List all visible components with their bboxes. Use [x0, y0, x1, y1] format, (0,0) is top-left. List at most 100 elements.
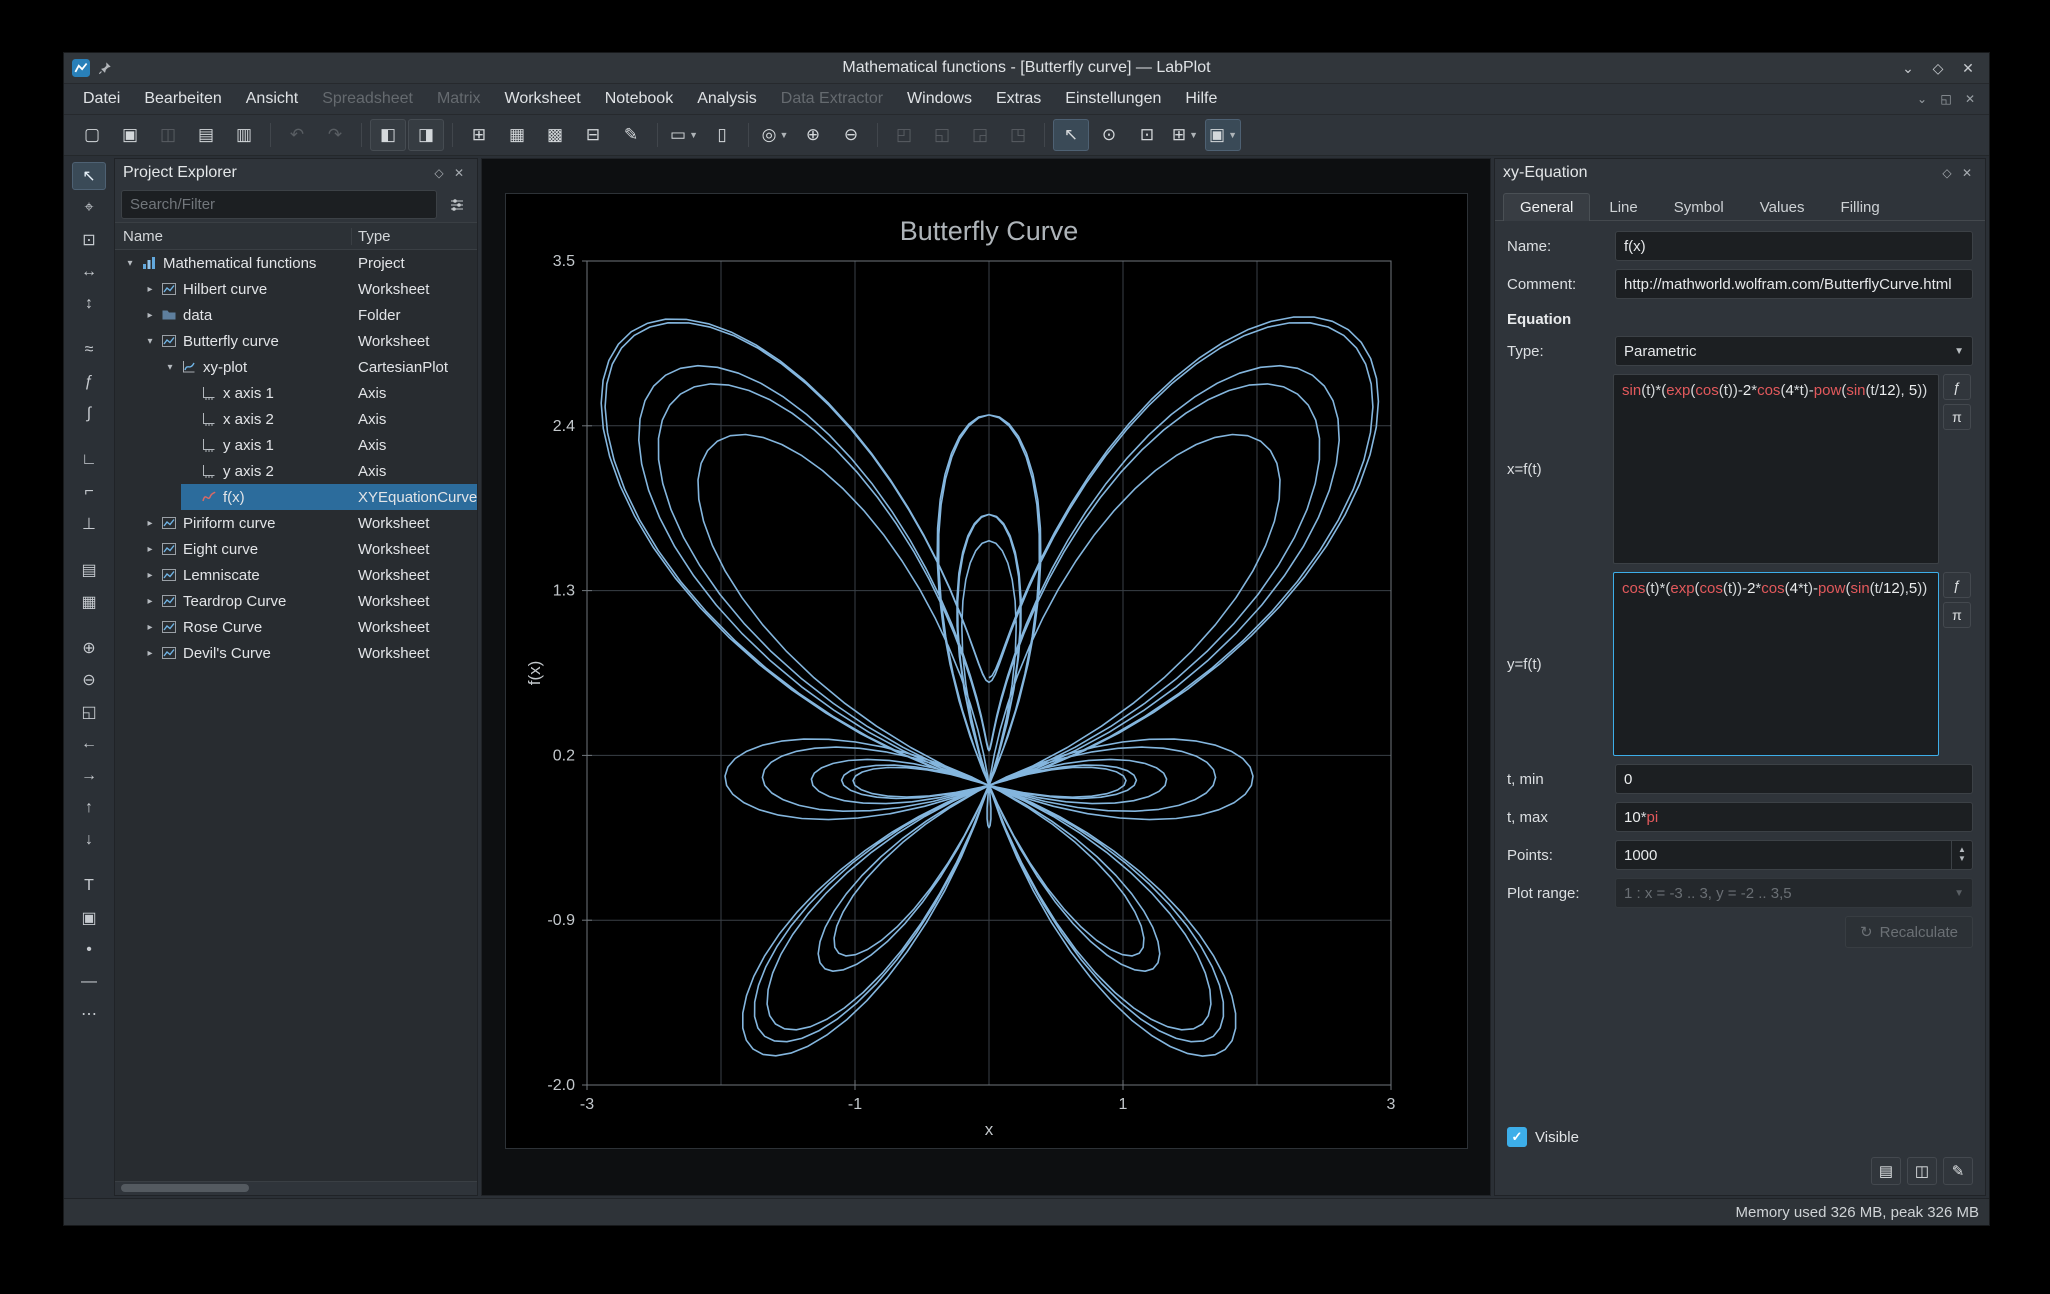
spinbox-arrows-icon[interactable]: ▲ ▼ [1951, 841, 1972, 869]
expander-icon[interactable]: ▸ [141, 622, 159, 633]
type-combobox[interactable]: Parametric ▼ [1615, 336, 1973, 366]
add-plot-button[interactable]: ⊞ ▼ [1167, 119, 1203, 151]
horizontal-scrollbar[interactable] [115, 1181, 477, 1195]
open-project-button[interactable]: ▣ [112, 119, 148, 151]
insert-function-button[interactable]: ƒ [1943, 374, 1971, 400]
expander-icon[interactable]: ▸ [141, 570, 159, 581]
column-header-name[interactable]: Name [115, 228, 351, 245]
y-equation-field[interactable]: cos(t)*(exp(cos(t))-2*cos(4*t)-pow(sin(t… [1613, 572, 1939, 756]
zoom-y-select-tool[interactable]: ↕ [72, 290, 106, 318]
insert-function-button[interactable]: ƒ [1943, 572, 1971, 598]
expander-icon[interactable]: ▸ [141, 518, 159, 529]
cascade-windows-button[interactable]: ◨ [408, 119, 444, 151]
insert-constant-button[interactable]: π [1943, 404, 1971, 430]
zoom-select-tool[interactable]: ⊡ [72, 226, 106, 254]
butterfly-plot[interactable]: -3 -1 1 3 3.5 2.4 1.3 0.2 -0.9 -2.0 Butterfly Curv… [506, 194, 1465, 1146]
maximize-button[interactable]: ◇ [1925, 57, 1951, 79]
new-matrix-button[interactable]: ▦ [499, 119, 535, 151]
add-axis-tool[interactable]: ∟ [72, 446, 106, 474]
tree-item-x-axis-2[interactable]: x axis 2 Axis [115, 406, 477, 432]
dock-close-icon[interactable]: ✕ [449, 166, 469, 180]
chevron-down-icon[interactable]: ▼ [1189, 130, 1198, 140]
tree-item-piriform-curve[interactable]: ▸ Piriform curve Worksheet [115, 510, 477, 536]
menu-datei[interactable]: Datei [72, 87, 131, 111]
tab-filling[interactable]: Filling [1824, 193, 1897, 221]
tmax-field[interactable]: 10 * pi [1615, 802, 1973, 832]
mdi-close-button[interactable]: ✕ [1959, 89, 1981, 109]
menu-notebook[interactable]: Notebook [594, 87, 685, 111]
select-tool[interactable]: ↖ [72, 162, 106, 190]
name-field[interactable] [1615, 231, 1973, 261]
add-custom-axis-tool[interactable]: ⊥ [72, 510, 106, 538]
points-spinbox[interactable]: 1000 ▲ ▼ [1615, 840, 1973, 870]
menu-ansicht[interactable]: Ansicht [235, 87, 309, 111]
menu-bearbeiten[interactable]: Bearbeiten [133, 87, 232, 111]
add-equation-curve-tool[interactable]: ƒ [72, 368, 106, 396]
expander-icon[interactable]: ▸ [141, 596, 159, 607]
tree-item-data[interactable]: ▸ data Folder [115, 302, 477, 328]
tile-windows-button[interactable]: ◧ [370, 119, 406, 151]
filter-options-icon[interactable] [443, 191, 471, 218]
dock-float-icon[interactable]: ◇ [429, 166, 449, 180]
chevron-down-icon[interactable]: ▼ [779, 130, 788, 140]
expander-icon[interactable]: ▾ [141, 336, 159, 347]
add-reference-line-tool[interactable]: ― [72, 968, 106, 996]
worksheet-page[interactable]: -3 -1 1 3 3.5 2.4 1.3 0.2 -0.9 -2.0 Butterfly Curv… [504, 193, 1468, 1149]
column-header-type[interactable]: Type [351, 227, 477, 245]
zoom-x-select-tool[interactable]: ↔ [72, 258, 106, 286]
tab-line[interactable]: Line [1592, 193, 1654, 221]
chevron-down-icon[interactable]: ▼ [689, 130, 698, 140]
expander-icon[interactable]: ▸ [141, 648, 159, 659]
mdi-restore-button[interactable]: ◱ [1935, 89, 1957, 109]
print-preview-button[interactable]: ▥ [226, 119, 262, 151]
tab-symbol[interactable]: Symbol [1657, 193, 1741, 221]
zoom-in-button[interactable]: ⊕ [795, 119, 831, 151]
expander-icon[interactable]: ▸ [141, 544, 159, 555]
shift-up-tool[interactable]: ↑ [72, 794, 106, 822]
insert-constant-button[interactable]: π [1943, 602, 1971, 628]
menu-windows[interactable]: Windows [896, 87, 983, 111]
chevron-down-icon[interactable]: ▼ [1228, 130, 1237, 140]
zoom-button[interactable]: ◎ ▼ [757, 119, 793, 151]
tree-item-devil-s-curve[interactable]: ▸ Devil's Curve Worksheet [115, 640, 477, 666]
tree-item-y-axis-1[interactable]: y axis 1 Axis [115, 432, 477, 458]
zoom-out-button[interactable]: ⊖ [833, 119, 869, 151]
zoom-fit-tool[interactable]: ◱ [72, 698, 106, 726]
comment-field[interactable] [1615, 269, 1973, 299]
mdi-minimize-button[interactable]: ⌄ [1911, 89, 1933, 109]
scrollbar-thumb[interactable] [121, 1184, 249, 1192]
menu-worksheet[interactable]: Worksheet [494, 87, 592, 111]
tab-general[interactable]: General [1503, 193, 1591, 221]
box-zoom-out-tool[interactable]: ⊖ [72, 666, 106, 694]
tmin-field[interactable]: 0 [1615, 764, 1973, 794]
export-data-button[interactable]: ⊟ [575, 119, 611, 151]
butterfly-curve[interactable] [599, 316, 1379, 1057]
add-fit-curve-tool[interactable]: ∫ [72, 400, 106, 428]
shade-button[interactable]: ⌄ [1895, 57, 1921, 79]
expander-icon[interactable]: ▸ [141, 310, 159, 321]
tree-item-hilbert-curve[interactable]: ▸ Hilbert curve Worksheet [115, 276, 477, 302]
color-theme-button[interactable]: ✎ [613, 119, 649, 151]
expander-icon[interactable]: ▾ [121, 258, 139, 269]
dock-float-icon[interactable]: ◇ [1937, 166, 1957, 180]
add-point-tool[interactable]: • [72, 936, 106, 964]
more-tools[interactable]: ⋯ [72, 1000, 106, 1028]
layout-mode-button[interactable]: ▣ ▼ [1205, 119, 1241, 151]
tree-item-teardrop-curve[interactable]: ▸ Teardrop Curve Worksheet [115, 588, 477, 614]
tree-item-lemniscate[interactable]: ▸ Lemniscate Worksheet [115, 562, 477, 588]
tree-item-f-x[interactable]: f(x) XYEquationCurve [115, 484, 477, 510]
add-grid-tool[interactable]: ▦ [72, 588, 106, 616]
shift-right-tool[interactable]: → [72, 762, 106, 790]
new-spreadsheet-button[interactable]: ⊞ [461, 119, 497, 151]
add-curve-tool[interactable]: ≈ [72, 336, 106, 364]
shift-down-tool[interactable]: ↓ [72, 826, 106, 854]
new-notebook-button[interactable]: ▯ [704, 119, 740, 151]
x-equation-field[interactable]: sin(t)*(exp(cos(t))-2*cos(4*t)-pow(sin(t… [1613, 374, 1939, 564]
shift-left-tool[interactable]: ← [72, 730, 106, 758]
print-button[interactable]: ▤ [188, 119, 224, 151]
tree-item-butterfly-curve[interactable]: ▾ Butterfly curve Worksheet [115, 328, 477, 354]
navigate-mode-button[interactable]: ⊙ [1091, 119, 1127, 151]
menu-hilfe[interactable]: Hilfe [1174, 87, 1228, 111]
crosshair-tool[interactable]: ⌖ [72, 194, 106, 222]
new-worksheet-button[interactable]: ▭ ▼ [666, 119, 702, 151]
